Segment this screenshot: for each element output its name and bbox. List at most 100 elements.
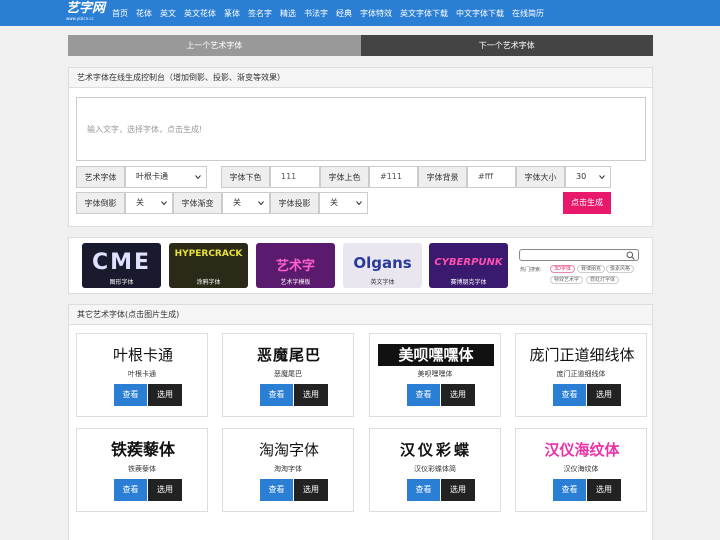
font-list-panel: 其它艺术字体(点击图片生成) 叶根卡通 叶根卡通 查看 选用 恶魔尾巴 恶魔尾巴 查看 选用美… bbox=[68, 304, 653, 540]
use-button[interactable]: 选用 bbox=[294, 384, 328, 406]
nav-item[interactable]: 首页 bbox=[112, 8, 128, 19]
top-color-input[interactable]: #111 bbox=[369, 166, 418, 188]
view-button[interactable]: 查看 bbox=[114, 384, 147, 406]
view-button[interactable]: 查看 bbox=[407, 384, 440, 406]
banner-caption: 赛博朋克字体 bbox=[450, 279, 487, 286]
nav-item[interactable]: 在线简历 bbox=[512, 8, 544, 19]
hot-search-tag[interactable]: 特效艺术字 bbox=[550, 276, 584, 284]
hot-search-label: 热门搜索: bbox=[520, 267, 542, 273]
bottom-color-input[interactable]: 111 bbox=[270, 166, 320, 188]
banner-panel: CME 图形字体 HYPERCRACK 涂鸦字体 艺术字 艺术字模板 Olgans 英文字体 C… bbox=[68, 237, 653, 294]
banner-caption: 涂鸦字体 bbox=[196, 279, 221, 286]
font-card[interactable]: 叶根卡通 叶根卡通 查看 选用 bbox=[76, 333, 208, 417]
shadow-select[interactable]: 关 bbox=[319, 192, 368, 214]
nav-item[interactable]: 精选 bbox=[280, 8, 296, 19]
font-name: 恶魔尾巴 bbox=[274, 370, 302, 378]
prev-font-button[interactable]: 上一个艺术字体 bbox=[68, 35, 361, 56]
size-select[interactable]: 30 bbox=[565, 166, 611, 188]
font-card[interactable]: 汉仪彩蝶汉仪彩蝶体简查看 选用 bbox=[369, 428, 501, 512]
font-sample[interactable]: 恶魔尾巴 bbox=[231, 344, 347, 366]
view-button[interactable]: 查看 bbox=[114, 479, 147, 501]
reflect-select-value: 关 bbox=[136, 198, 144, 207]
banner-art: CME bbox=[91, 250, 152, 275]
hot-search-tag[interactable]: 3D字体 bbox=[550, 265, 576, 273]
use-button[interactable]: 选用 bbox=[587, 384, 621, 406]
font-card[interactable]: 美呗嘿嘿体 美呗嘿嘿体 查看 选用 bbox=[369, 333, 501, 417]
font-card[interactable]: 恶魔尾巴 恶魔尾巴 查看 选用 bbox=[222, 333, 354, 417]
hot-search-tag[interactable]: 霓虹灯字体 bbox=[586, 276, 620, 284]
search-input[interactable] bbox=[519, 249, 639, 261]
nav-menu: 首页 花体 英文 英文花体 篆体 签名字 精选 书法字 经典 字体特效 英文字体下载 中文字体下载 在线… bbox=[112, 0, 552, 26]
use-button[interactable]: 选用 bbox=[148, 384, 182, 406]
hot-search-tag[interactable]: 像素风格 bbox=[606, 265, 635, 273]
generator-title: 艺术字体在线生成控制台（增加倒影、投影、渐变等效果） bbox=[69, 68, 652, 88]
font-sample[interactable]: 庞门正道细线体 bbox=[524, 344, 640, 366]
font-name: 叶根卡通 bbox=[128, 370, 156, 378]
reflect-label: 字体倒影 bbox=[76, 192, 125, 214]
font-card[interactable]: 庞门正道细线体 庞门正道细线体 查看 选用 bbox=[515, 333, 647, 417]
use-button[interactable]: 选用 bbox=[587, 479, 621, 501]
chevron-down-icon bbox=[161, 201, 167, 206]
nav-item[interactable]: 签名字 bbox=[248, 8, 272, 19]
banner-thumb[interactable]: Olgans 英文字体 bbox=[343, 243, 422, 288]
banner-thumb[interactable]: 艺术字 艺术字模板 bbox=[256, 243, 335, 288]
font-sample[interactable]: 淘淘字体 bbox=[231, 439, 347, 461]
banner-thumb[interactable]: CYBERPUNK 赛博朋克字体 bbox=[429, 243, 508, 288]
reflect-select[interactable]: 关 bbox=[125, 192, 173, 214]
font-sample[interactable]: 铁蒺藜体 bbox=[85, 439, 201, 461]
nav-item[interactable]: 花体 bbox=[136, 8, 152, 19]
banner-art: HYPERCRACK bbox=[174, 249, 243, 259]
chevron-down-icon bbox=[599, 175, 605, 180]
use-button[interactable]: 选用 bbox=[441, 384, 475, 406]
view-button[interactable]: 查看 bbox=[407, 479, 440, 501]
generate-button[interactable]: 点击生成 bbox=[563, 192, 611, 214]
banner-art: 艺术字 bbox=[275, 259, 315, 274]
nav-item[interactable]: 字体特效 bbox=[360, 8, 392, 19]
font-card[interactable]: 铁蒺藜体 铁蒺藜体 查看 选用 bbox=[76, 428, 208, 512]
use-button[interactable]: 选用 bbox=[294, 479, 328, 501]
size-label: 字体大小 bbox=[516, 166, 565, 188]
font-sample[interactable]: 汉仪海纹体 bbox=[524, 439, 640, 461]
font-sample[interactable]: 美呗嘿嘿体 bbox=[378, 344, 494, 366]
font-select[interactable]: 叶根卡通 bbox=[125, 166, 207, 188]
gradient-select-value: 关 bbox=[233, 198, 241, 207]
prev-next-bar: 上一个艺术字体 下一个艺术字体 bbox=[68, 35, 653, 56]
view-button[interactable]: 查看 bbox=[553, 479, 586, 501]
banner-thumb[interactable]: CME 图形字体 bbox=[82, 243, 161, 288]
site-logo[interactable]: 艺字网 www.yizicn.cc bbox=[66, 2, 108, 24]
generator-panel: 艺术字体在线生成控制台（增加倒影、投影、渐变等效果） 输入文字，选择字体，点击生… bbox=[68, 67, 653, 227]
bg-color-input[interactable]: #fff bbox=[467, 166, 516, 188]
font-select-value: 叶根卡通 bbox=[136, 172, 168, 181]
font-name: 汉仪海纹体 bbox=[563, 465, 599, 473]
font-sample[interactable]: 叶根卡通 bbox=[85, 344, 201, 366]
nav-item[interactable]: 经典 bbox=[336, 8, 352, 19]
view-button[interactable]: 查看 bbox=[553, 384, 586, 406]
nav-item[interactable]: 英文花体 bbox=[184, 8, 216, 19]
search-icon[interactable] bbox=[626, 251, 635, 260]
top-navbar: 艺字网 www.yizicn.cc 首页 花体 英文 英文花体 篆体 签名字 精选 书法字 经典… bbox=[0, 0, 720, 26]
banner-thumb[interactable]: HYPERCRACK 涂鸦字体 bbox=[169, 243, 248, 288]
banner-art: Olgans bbox=[353, 254, 412, 272]
view-button[interactable]: 查看 bbox=[260, 384, 293, 406]
gradient-select[interactable]: 关 bbox=[222, 192, 270, 214]
font-name: 美呗嘿嘿体 bbox=[417, 370, 453, 378]
hot-search-tag[interactable]: 赛博朋克 bbox=[577, 265, 606, 273]
font-name: 庞门正道细线体 bbox=[556, 370, 606, 378]
use-button[interactable]: 选用 bbox=[441, 479, 475, 501]
use-button[interactable]: 选用 bbox=[148, 479, 182, 501]
nav-item[interactable]: 篆体 bbox=[224, 8, 240, 19]
nav-item[interactable]: 中文字体下载 bbox=[456, 8, 504, 19]
font-card[interactable]: 汉仪海纹体 汉仪海纹体 查看 选用 bbox=[515, 428, 647, 512]
bg-color-label: 字体背景 bbox=[418, 166, 467, 188]
font-label: 艺术字体 bbox=[76, 166, 125, 188]
nav-item[interactable]: 英文 bbox=[160, 8, 176, 19]
font-card[interactable]: 淘淘字体 淘淘字体 查看 选用 bbox=[222, 428, 354, 512]
font-sample[interactable]: 汉仪彩蝶 bbox=[378, 439, 494, 461]
text-input[interactable]: 输入文字，选择字体，点击生成! bbox=[76, 97, 646, 161]
top-color-label: 字体上色 bbox=[320, 166, 369, 188]
nav-item[interactable]: 英文字体下载 bbox=[400, 8, 448, 19]
nav-item[interactable]: 书法字 bbox=[304, 8, 328, 19]
next-font-button[interactable]: 下一个艺术字体 bbox=[360, 35, 653, 56]
view-button[interactable]: 查看 bbox=[260, 479, 293, 501]
font-name: 汉仪彩蝶体简 bbox=[414, 465, 456, 473]
